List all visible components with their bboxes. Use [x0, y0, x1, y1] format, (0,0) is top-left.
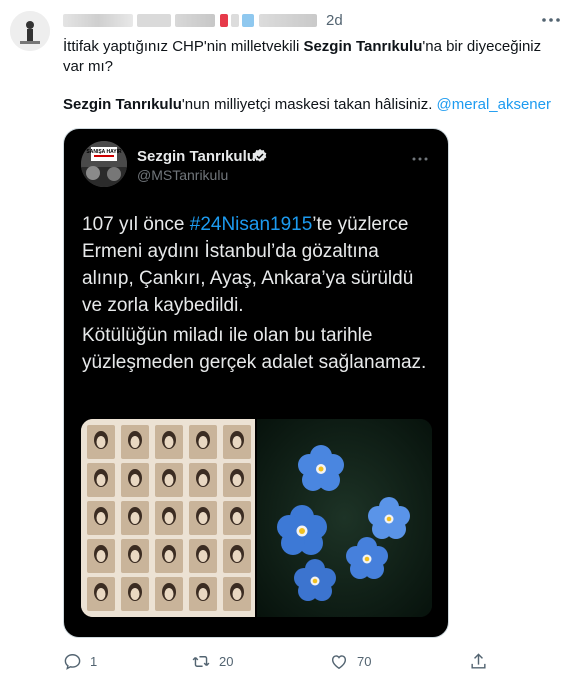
verified-icon	[253, 149, 267, 162]
share-button[interactable]	[469, 650, 488, 672]
reply-button[interactable]: 1	[63, 650, 97, 672]
bold-name: Sezgin Tanrıkulu	[63, 96, 182, 113]
blurred-emoji	[231, 14, 239, 27]
author-avatar[interactable]	[10, 11, 50, 51]
tweet-header: 2d	[63, 10, 563, 32]
more-icon[interactable]	[539, 8, 563, 32]
blurred-emoji-blue	[242, 14, 254, 27]
card-author-name: Sezgin Tanrıkulu	[137, 148, 256, 165]
text-fragment: 'nun milliyetçi maskesi takan hâlisiniz.	[181, 96, 437, 113]
portraits-grid-image	[81, 419, 255, 617]
card-author-avatar: SANIŞA HAYIR	[81, 141, 127, 187]
quoted-tweet-image[interactable]: SANIŞA HAYIR Sezgin Tanrıkulu @MSTanriku…	[63, 128, 449, 638]
tweet-text-line-1: İttifak yaptığınız CHP'nin milletvekili …	[63, 37, 563, 77]
blurred-emoji-red	[220, 14, 228, 27]
blurred-display-name	[63, 14, 133, 27]
bold-name: Sezgin Tanrıkulu	[303, 38, 423, 55]
retweet-button[interactable]: 20	[191, 650, 233, 672]
card-more-icon	[412, 157, 428, 161]
avatar-sign-text: SANIŞA HAYIR	[86, 149, 122, 155]
blurred-display-name-2	[137, 14, 171, 27]
tweet-text-line-2: Sezgin Tanrıkulu'nun milliyetçi maskesi …	[63, 95, 563, 115]
text-fragment: 107 yıl önce	[82, 214, 190, 235]
reply-count: 1	[90, 653, 98, 669]
retweet-icon	[192, 655, 210, 667]
blurred-display-name-3	[175, 14, 215, 27]
reply-icon	[64, 653, 81, 670]
text-fragment: İttifak yaptığınız CHP'nin milletvekili	[63, 38, 304, 55]
card-text-paragraph-1: 107 yıl önce #24Nisan1915’te yüzlerce Er…	[82, 211, 434, 319]
like-button[interactable]: 70	[329, 650, 371, 672]
mention-link[interactable]: @meral_aksener	[437, 96, 551, 113]
like-icon	[331, 654, 347, 669]
card-text-paragraph-2: Kötülüğün miladı ile olan bu tarihle yüz…	[82, 325, 427, 373]
card-author-handle: @MSTanrikulu	[137, 167, 229, 183]
blurred-handle	[259, 14, 317, 27]
tweet-actions: 1 20 70	[63, 650, 543, 672]
tweet-timestamp[interactable]: 2d	[326, 12, 343, 29]
retweet-count: 20	[219, 653, 234, 669]
like-count: 70	[357, 653, 372, 669]
share-icon	[471, 652, 486, 669]
forget-me-not-flowers-image	[257, 419, 432, 617]
hashtag: #24Nisan1915	[189, 214, 313, 235]
